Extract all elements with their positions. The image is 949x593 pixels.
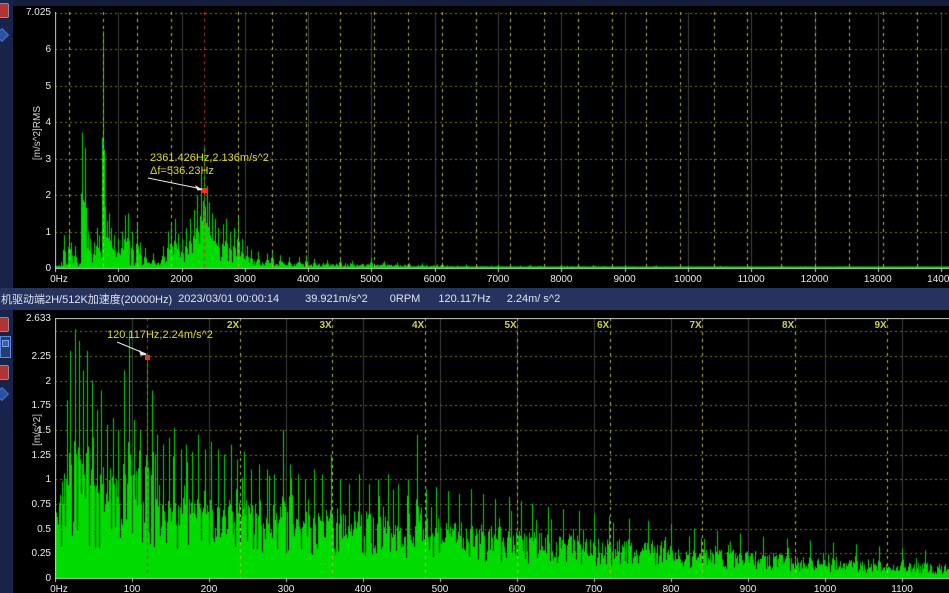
- upper-y-axis-label: [m/s^2]RMS: [32, 106, 43, 160]
- harmonic-order-label: 5X: [504, 320, 516, 331]
- lower-annotation-line1: 120.117Hz,2.24m/s^2: [107, 329, 213, 342]
- navigate-tool-icon[interactable]: [0, 28, 9, 42]
- x-tick-label: 1100: [891, 584, 913, 593]
- cursor-marker[interactable]: [202, 188, 207, 193]
- x-tick-label: 7000: [487, 274, 509, 285]
- harmonic-order-label: 8X: [782, 320, 794, 331]
- measurement-datetime: 2023/03/01 00:00:14: [178, 293, 279, 305]
- x-tick-label: 1000: [107, 274, 129, 285]
- cursor-marker[interactable]: [145, 355, 150, 360]
- x-tick-label: 0Hz: [50, 274, 68, 285]
- x-tick-label: 200: [201, 584, 218, 593]
- harmonic-order-label: 4X: [412, 320, 424, 331]
- x-tick-label: 800: [663, 584, 680, 593]
- x-tick-label: 3000: [234, 274, 256, 285]
- channel-info-label: 机驱动端2H/512K加速度(20000Hz): [1, 291, 172, 307]
- x-tick-label: 4000: [297, 274, 319, 285]
- x-tick-label: 13000: [864, 274, 892, 285]
- vibration-analyzer-window: [m/s^2]RMS 2361.426Hz,2.136m/s^2 Δf=536.…: [0, 0, 949, 593]
- x-tick-label: 5000: [360, 274, 382, 285]
- x-tick-label: 600: [509, 584, 526, 593]
- overall-level-value: 39.921m/s^2: [305, 293, 368, 305]
- lower-cursor-annotation: 120.117Hz,2.24m/s^2: [107, 329, 213, 342]
- x-tick-label: 6000: [424, 274, 446, 285]
- x-tick-label: 400: [355, 584, 372, 593]
- window-top-strip: [0, 0, 949, 6]
- upper-spectrum-chart: [m/s^2]RMS 2361.426Hz,2.136m/s^2 Δf=536.…: [0, 6, 949, 288]
- cursor-amplitude-value: 2.24m/ s^2: [507, 293, 560, 305]
- x-tick-label: 1000: [814, 584, 836, 593]
- speed-value: 0RPM: [390, 293, 421, 305]
- move-tool-icon[interactable]: [0, 387, 9, 401]
- harmonic-order-label: 2X: [227, 320, 239, 331]
- red-harmonic-tool-icon[interactable]: [0, 365, 9, 380]
- harmonic-order-label: 7X: [689, 320, 701, 331]
- x-tick-label: 10000: [674, 274, 702, 285]
- x-tick-label: 8000: [550, 274, 572, 285]
- upper-annotation-line2: Δf=536.23Hz: [150, 165, 269, 178]
- x-tick-label: 14000: [927, 274, 949, 285]
- x-tick-label: 900: [740, 584, 757, 593]
- x-tick-label: 500: [432, 584, 449, 593]
- status-bar: 机驱动端2H/512K加速度(20000Hz) 2023/03/01 00:00…: [0, 288, 949, 310]
- harmonic-order-label: 3X: [319, 320, 331, 331]
- harmonic-order-label: 6X: [597, 320, 609, 331]
- cursor-frequency-value: 120.117Hz: [438, 293, 490, 305]
- active-band-tool-icon[interactable]: [0, 336, 11, 358]
- upper-spectrum-plot[interactable]: [55, 12, 949, 273]
- x-tick-label: 0Hz: [50, 584, 68, 593]
- x-tick-label: 12000: [801, 274, 829, 285]
- x-tick-label: 2000: [170, 274, 192, 285]
- x-tick-label: 9000: [614, 274, 636, 285]
- lower-spectrum-chart: [m/s^2] 120.117Hz,2.24m/s^2 2.6332.2521.…: [0, 310, 949, 593]
- upper-annotation-line1: 2361.426Hz,2.136m/s^2: [150, 152, 269, 165]
- upper-cursor-annotation: 2361.426Hz,2.136m/s^2 Δf=536.23Hz: [150, 152, 269, 178]
- red-cursor-tool-icon[interactable]: [0, 3, 9, 18]
- x-tick-label: 700: [586, 584, 603, 593]
- x-tick-label: 300: [278, 584, 295, 593]
- x-tick-label: 100: [124, 584, 141, 593]
- lower-spectrum-plot[interactable]: [55, 318, 949, 583]
- x-tick-label: 11000: [738, 274, 765, 285]
- red-marker-tool-icon[interactable]: [0, 317, 9, 332]
- harmonic-order-label: 9X: [874, 320, 886, 331]
